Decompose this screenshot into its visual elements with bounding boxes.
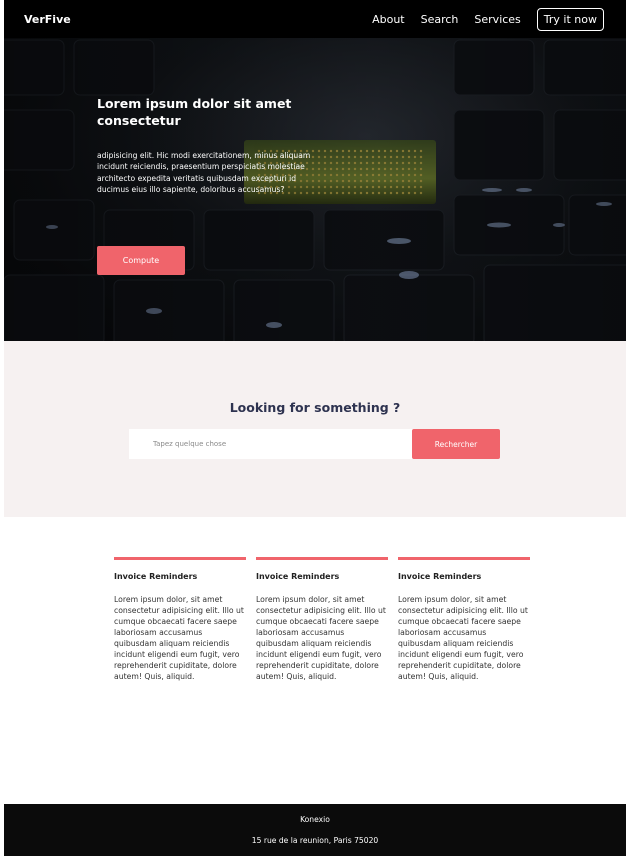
feature-card: Invoice Reminders Lorem ipsum dolor, sit…: [114, 557, 246, 682]
card-accent-bar: [114, 557, 246, 560]
feature-card: Invoice Reminders Lorem ipsum dolor, sit…: [256, 557, 388, 682]
search-input[interactable]: [129, 429, 413, 459]
try-it-now-button[interactable]: Try it now: [536, 7, 604, 31]
card-text: Lorem ipsum dolor, sit amet consectetur …: [256, 594, 386, 682]
card-accent-bar: [256, 557, 388, 560]
search-title: Looking for something ?: [229, 400, 401, 415]
brand-logo[interactable]: VerFive: [24, 13, 71, 26]
top-navbar: VerFive About Search Services Try it now: [4, 0, 626, 38]
hero-title: Lorem ipsum dolor sit amet consectetur: [97, 96, 292, 128]
hero-description: adipisicing elit. Hic modi exercitatione…: [97, 151, 311, 194]
footer: Konexio 15 rue de la reunion, Paris 7502…: [4, 804, 626, 856]
nav-links: About Search Services Try it now: [372, 7, 604, 31]
nav-link-search[interactable]: Search: [421, 13, 459, 26]
card-accent-bar: [398, 557, 530, 560]
card-text: Lorem ipsum dolor, sit amet consectetur …: [398, 594, 528, 682]
card-title: Invoice Reminders: [114, 571, 198, 581]
nav-link-services[interactable]: Services: [474, 13, 520, 26]
card-title: Invoice Reminders: [256, 571, 340, 581]
feature-card: Invoice Reminders Lorem ipsum dolor, sit…: [398, 557, 530, 682]
features-section: Invoice Reminders Lorem ipsum dolor, sit…: [114, 557, 530, 682]
search-section: Looking for something ? Rechercher: [4, 341, 626, 517]
card-text: Lorem ipsum dolor, sit amet consectetur …: [114, 594, 244, 682]
compute-button[interactable]: Compute: [97, 246, 185, 275]
footer-company: Konexio: [300, 815, 330, 824]
card-title: Invoice Reminders: [398, 571, 482, 581]
search-button[interactable]: Rechercher: [412, 429, 500, 459]
footer-address: 15 rue de la reunion, Paris 75020: [251, 836, 379, 845]
nav-link-about[interactable]: About: [372, 13, 405, 26]
